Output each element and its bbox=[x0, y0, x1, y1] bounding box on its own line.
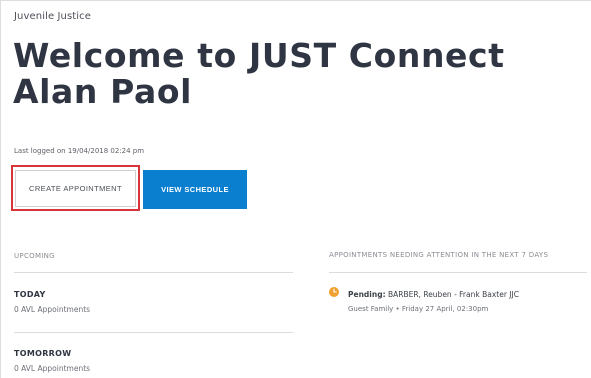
tomorrow-label: TOMORROW bbox=[14, 349, 72, 358]
divider bbox=[329, 272, 587, 273]
view-schedule-button[interactable]: VIEW SCHEDULE bbox=[143, 170, 247, 209]
pending-status: Pending: bbox=[348, 290, 386, 299]
create-appointment-button[interactable]: CREATE APPOINTMENT bbox=[15, 170, 136, 207]
attention-item[interactable]: Pending: BARBER, Reuben - Frank Baxter J… bbox=[348, 290, 519, 299]
welcome-heading: Welcome to JUST Connect bbox=[13, 36, 505, 75]
divider bbox=[14, 332, 293, 333]
attention-heading: APPOINTMENTS NEEDING ATTENTION IN THE NE… bbox=[329, 251, 549, 259]
today-count: 0 AVL Appointments bbox=[14, 305, 91, 314]
divider bbox=[14, 272, 293, 273]
breadcrumb[interactable]: Juvenile Justice bbox=[14, 11, 91, 22]
user-name-heading: Alan Paol bbox=[13, 72, 193, 111]
upcoming-heading: UPCOMING bbox=[14, 252, 55, 260]
today-label: TODAY bbox=[14, 290, 46, 299]
pending-detail: BARBER, Reuben - Frank Baxter JJC bbox=[387, 290, 519, 299]
clock-icon bbox=[329, 287, 339, 297]
pending-subtext: Guest Family • Friday 27 April, 02:30pm bbox=[348, 305, 489, 313]
tomorrow-count: 0 AVL Appointments bbox=[14, 364, 91, 373]
page-title: Welcome to JUST Connect Alan Paol bbox=[13, 38, 505, 110]
last-logged-text: Last logged on 19/04/2018 02:24 pm bbox=[14, 147, 145, 155]
